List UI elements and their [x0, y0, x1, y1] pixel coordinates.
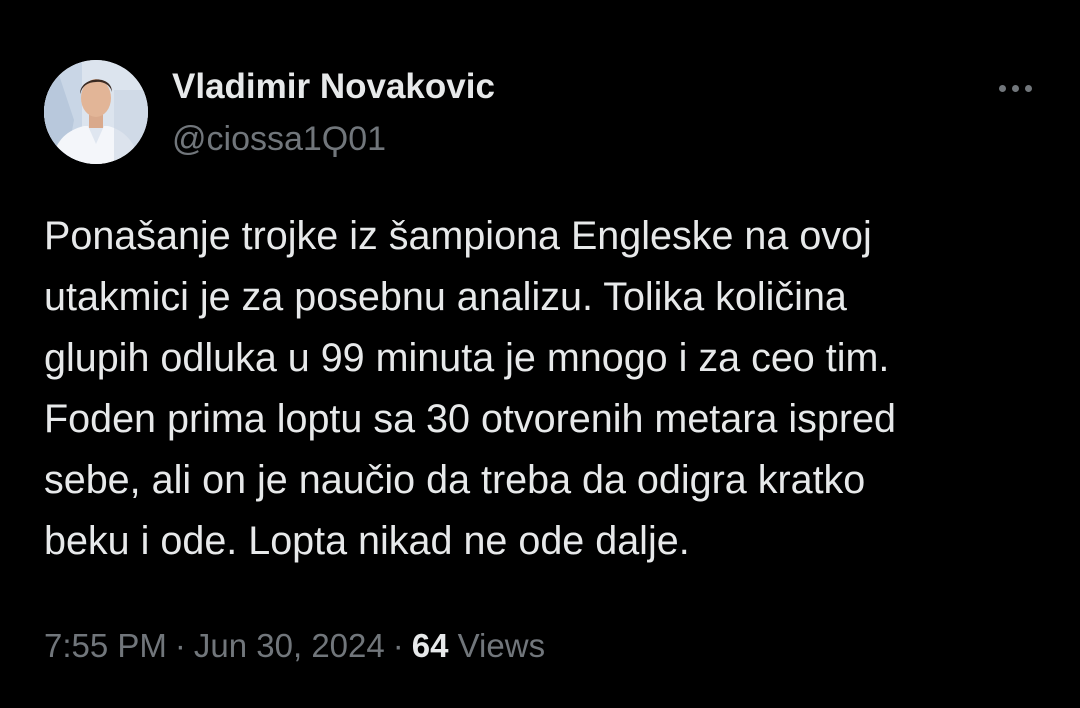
- tweet-text-line: utakmici je za posebnu analizu. Tolika k…: [44, 275, 847, 319]
- more-options-button[interactable]: [988, 68, 1042, 108]
- views-label: Views: [457, 627, 546, 664]
- avatar[interactable]: [44, 60, 148, 164]
- tweet-text-line: sebe, ali on je naučio da treba da odigr…: [44, 458, 866, 502]
- tweet-card: Vladimir Novakovic @ciossa1Ϙ01 Ponašanje…: [0, 0, 1080, 708]
- tweet-date[interactable]: Jun 30, 2024: [194, 627, 385, 664]
- tweet-time[interactable]: 7:55 PM: [44, 627, 167, 664]
- more-horizontal-icon: [998, 84, 1006, 92]
- author-name[interactable]: Vladimir Novakovic: [172, 66, 495, 108]
- views-count: 64: [411, 627, 449, 664]
- meta-separator: ·: [392, 627, 404, 664]
- avatar-image: [44, 60, 148, 164]
- tweet-text-line: Foden prima loptu sa 30 otvorenih metara…: [44, 397, 896, 441]
- tweet-meta: 7:55 PM · Jun 30, 2024 · 64 Views: [44, 624, 545, 668]
- tweet-text-line: Ponašanje trojke iz šampiona Engleske na…: [44, 214, 872, 258]
- more-horizontal-icon-dot: [1024, 84, 1032, 92]
- meta-separator: ·: [174, 627, 186, 664]
- author-handle[interactable]: @ciossa1Ϙ01: [172, 118, 386, 160]
- tweet-text: Ponašanje trojke iz šampiona Engleske na…: [44, 206, 1044, 572]
- tweet-text-line: glupih odluka u 99 minuta je mnogo i za …: [44, 336, 890, 380]
- more-horizontal-icon-dot: [1011, 84, 1019, 92]
- tweet-text-line: beku i ode. Lopta nikad ne ode dalje.: [44, 519, 690, 563]
